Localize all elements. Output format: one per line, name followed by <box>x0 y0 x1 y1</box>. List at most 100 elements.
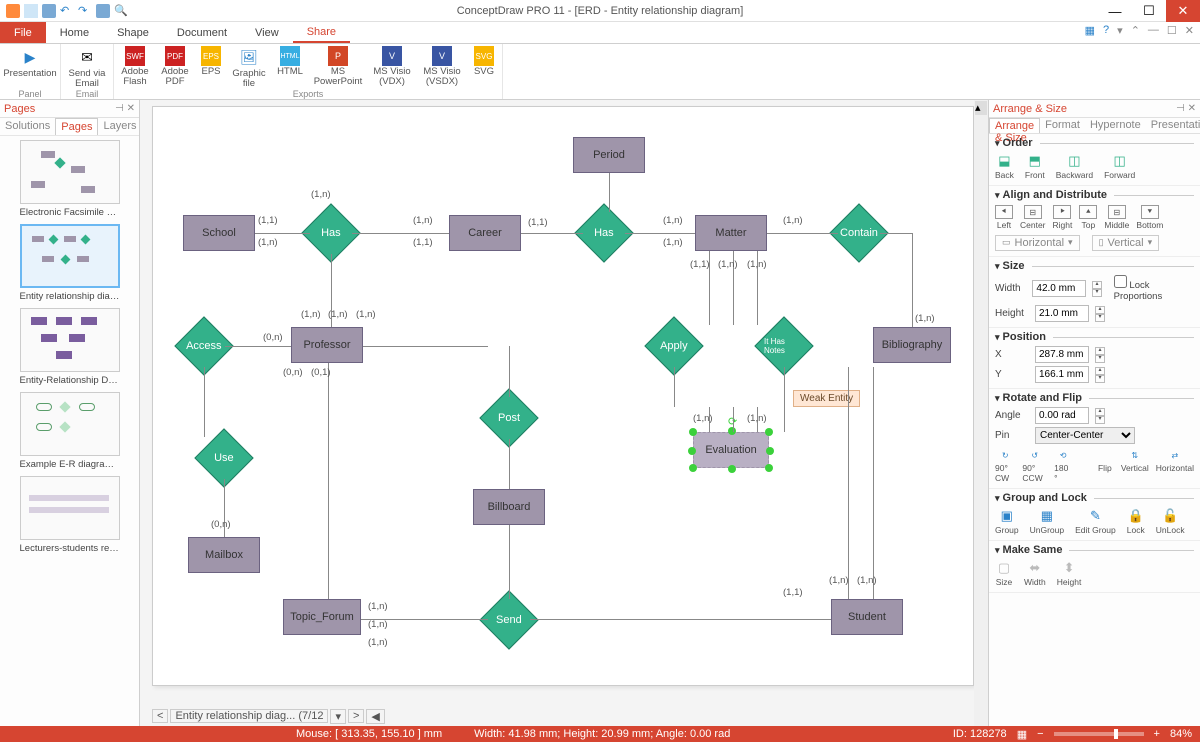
ribbon-graphic[interactable]: 🖼Graphic file <box>228 46 270 89</box>
flip-horizontal[interactable]: ⇄Horizontal <box>1156 448 1194 483</box>
align-right[interactable]: ⯈Right <box>1053 205 1073 230</box>
menu-file[interactable]: File <box>0 22 46 43</box>
group-unlock[interactable]: 🔓UnLock <box>1156 508 1185 535</box>
canvas-vscroll[interactable]: ▴ <box>974 100 988 726</box>
order-front[interactable]: ⬒Front <box>1025 153 1045 180</box>
rotate-90cw[interactable]: ↻90° CW <box>995 448 1015 483</box>
size-height-input[interactable] <box>1035 305 1089 322</box>
entity-professor[interactable]: Professor <box>291 327 363 363</box>
collapse-ribbon-icon[interactable]: ⌃ <box>1131 24 1140 37</box>
entity-career[interactable]: Career <box>449 215 521 251</box>
distribute-horizontal[interactable]: ▭ Horizontal ▾ <box>995 235 1080 251</box>
entity-period[interactable]: Period <box>573 137 645 173</box>
close-button[interactable]: ✕ <box>1166 0 1200 22</box>
menu-home[interactable]: Home <box>46 22 103 43</box>
entity-mailbox[interactable]: Mailbox <box>188 537 260 573</box>
ribbon-presentation[interactable]: ▶Presentation <box>2 46 58 79</box>
inner-max-icon[interactable]: ☐ <box>1167 24 1177 37</box>
pages-panel-tabs: Solutions Pages Layers <box>0 118 139 136</box>
body: Pages ⊣ ✕ Solutions Pages Layers Electro… <box>0 100 1200 726</box>
ribbon-ppt[interactable]: PMS PowerPoint <box>310 46 366 89</box>
tab-pages[interactable]: Pages <box>55 118 98 135</box>
thumb-5[interactable]: Lecturers-students relatio... <box>20 476 120 554</box>
ribbon-svg[interactable]: SVGSVG <box>468 46 500 89</box>
rp-tab-hypernote[interactable]: Hypernote <box>1085 118 1146 133</box>
pin-icon[interactable]: ⊣ ✕ <box>115 103 135 114</box>
thumb-3[interactable]: Entity-Relationship Diagr... <box>20 308 120 386</box>
pin-select[interactable]: Center-Center <box>1035 427 1135 444</box>
size-width-input[interactable] <box>1032 280 1086 297</box>
help-icon[interactable]: ? <box>1103 24 1109 37</box>
dropdown-icon[interactable]: ▾ <box>1117 24 1123 37</box>
pos-x-input[interactable] <box>1035 346 1089 363</box>
rp-tab-format[interactable]: Format <box>1040 118 1085 133</box>
pos-y-input[interactable] <box>1035 366 1089 383</box>
canvas-tab-next[interactable]: > <box>348 709 364 723</box>
ribbon-visio-vsdx[interactable]: VMS Visio (VSDX) <box>418 46 466 89</box>
align-left[interactable]: ⯇Left <box>995 205 1013 230</box>
order-backward[interactable]: ◫Backward <box>1056 153 1093 180</box>
zoom-slider[interactable] <box>1054 732 1144 736</box>
makesame-height[interactable]: ⬍Height <box>1057 560 1082 587</box>
flip-vertical[interactable]: ⇅Vertical <box>1121 448 1149 483</box>
order-forward[interactable]: ◫Forward <box>1104 153 1135 180</box>
ribbon-flash[interactable]: SWFAdobe Flash <box>116 46 154 89</box>
align-top[interactable]: ⯅Top <box>1079 205 1097 230</box>
entity-matter[interactable]: Matter <box>695 215 767 251</box>
align-middle[interactable]: ⊟Middle <box>1104 205 1129 230</box>
entity-topic-forum[interactable]: Topic_Forum <box>283 599 361 635</box>
inner-min-icon[interactable]: — <box>1148 24 1159 37</box>
angle-input[interactable] <box>1035 407 1089 424</box>
entity-school[interactable]: School <box>183 215 255 251</box>
canvas[interactable]: Period School Career Matter Professor Bi… <box>152 106 974 686</box>
rp-tab-presentation[interactable]: Presentation <box>1146 118 1200 133</box>
pin-icon[interactable]: ⊣ ✕ <box>1176 103 1196 114</box>
group-group[interactable]: ▣Group <box>995 508 1019 535</box>
rotate-180[interactable]: ⟲180 ° <box>1054 448 1072 483</box>
lock-proportions[interactable] <box>1114 275 1127 288</box>
group-lock[interactable]: 🔒Lock <box>1127 508 1145 535</box>
rp-tab-arrange[interactable]: Arrange & Size <box>989 118 1040 133</box>
status-zoom-in[interactable]: + <box>1154 728 1160 740</box>
tooltip-weak-entity: Weak Entity <box>793 390 860 407</box>
thumb-1[interactable]: Electronic Facsimile Coll... <box>20 140 120 218</box>
menu-document[interactable]: Document <box>163 22 241 43</box>
cloud-icon[interactable]: ▦ <box>1085 24 1095 37</box>
order-back[interactable]: ⬓Back <box>995 153 1014 180</box>
makesame-size[interactable]: ▢Size <box>995 560 1013 587</box>
canvas-tab-prev[interactable]: < <box>152 709 168 723</box>
canvas-tab-dd[interactable]: ▾ <box>330 709 346 724</box>
ribbon-eps[interactable]: EPSEPS <box>196 46 226 89</box>
distribute-vertical[interactable]: ▯ Vertical ▾ <box>1092 235 1160 251</box>
group-ungroup[interactable]: ▦UnGroup <box>1030 508 1065 535</box>
entity-billboard[interactable]: Billboard <box>473 489 545 525</box>
status-dims: Width: 41.98 mm; Height: 20.99 mm; Angle… <box>458 728 746 740</box>
minimize-button[interactable]: — <box>1098 0 1132 22</box>
tab-solutions[interactable]: Solutions <box>0 118 55 135</box>
status-layout-icon[interactable]: ▦ <box>1017 728 1027 741</box>
status-zoom-out[interactable]: − <box>1037 728 1043 740</box>
ribbon-pdf[interactable]: PDFAdobe PDF <box>156 46 194 89</box>
ribbon-send-email[interactable]: ✉Send via Email <box>63 46 111 89</box>
canvas-tab-current[interactable]: Entity relationship diag... (7/12 <box>170 709 328 723</box>
entity-student[interactable]: Student <box>831 599 903 635</box>
align-bottom[interactable]: ⯆Bottom <box>1136 205 1163 230</box>
menu-share[interactable]: Share <box>293 22 350 43</box>
canvas-scroll-left[interactable]: ◀ <box>366 709 384 724</box>
entity-evaluation-selected[interactable]: Evaluation ⟳ <box>693 432 769 468</box>
thumb-2[interactable]: Entity relationship diagram <box>20 224 120 302</box>
maximize-button[interactable]: ☐ <box>1132 0 1166 22</box>
inner-close-icon[interactable]: ✕ <box>1185 24 1194 37</box>
align-center[interactable]: ⊟Center <box>1020 205 1046 230</box>
group-edit[interactable]: ✎Edit Group <box>1075 508 1116 535</box>
menu-shape[interactable]: Shape <box>103 22 163 43</box>
menu-view[interactable]: View <box>241 22 293 43</box>
ribbon-visio-vdx[interactable]: VMS Visio (VDX) <box>368 46 416 89</box>
entity-bibliography[interactable]: Bibliography <box>873 327 951 363</box>
rel-send[interactable]: Send <box>479 590 538 649</box>
ribbon-html[interactable]: HTMLHTML <box>272 46 308 89</box>
tab-layers[interactable]: Layers <box>98 118 141 135</box>
makesame-width[interactable]: ⬌Width <box>1024 560 1046 587</box>
thumb-4[interactable]: Example E-R diagram ext... <box>20 392 120 470</box>
rotate-90ccw[interactable]: ↺90° CCW <box>1022 448 1047 483</box>
